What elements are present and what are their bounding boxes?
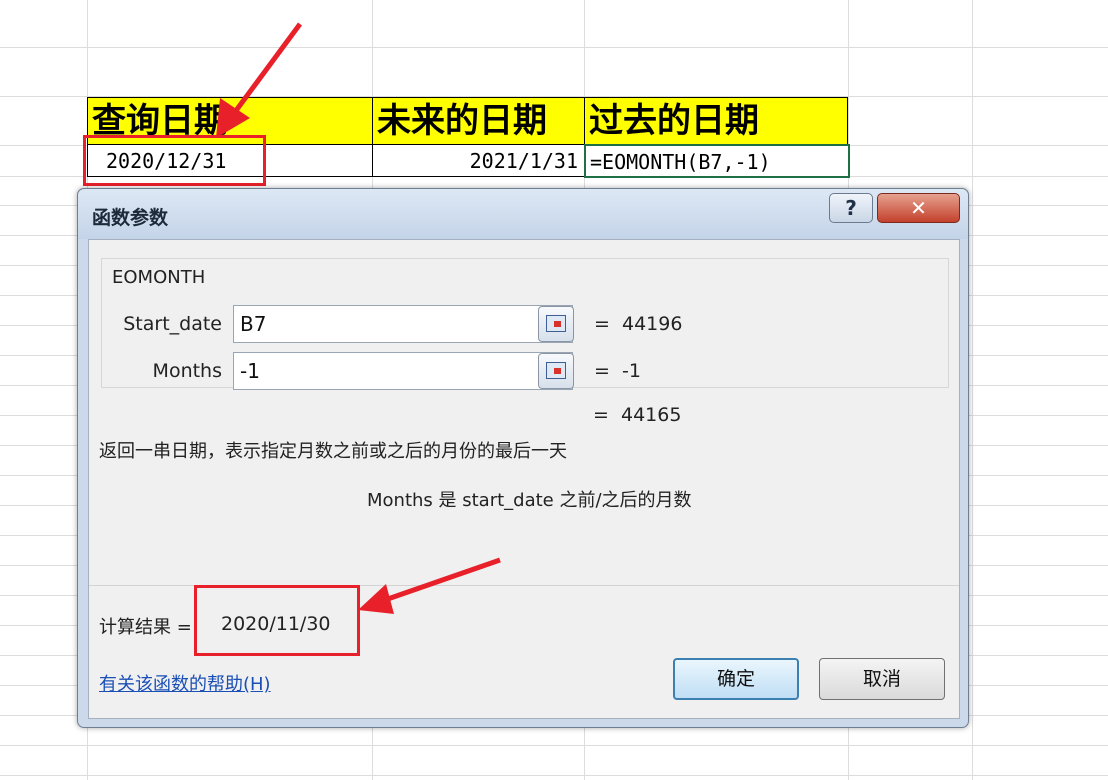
start-date-input[interactable]: B7: [233, 305, 573, 343]
result-equals: =: [593, 404, 609, 426]
months-label: Months: [152, 360, 222, 382]
range-select-icon: [546, 362, 566, 379]
dialog-title: 函数参数: [92, 207, 169, 229]
cell-future-date[interactable]: 2021/1/31: [372, 145, 585, 177]
function-description: 返回一串日期，表示指定月数之前或之后的月份的最后一天: [99, 441, 567, 462]
function-name: EOMONTH: [112, 267, 206, 288]
header-past-date[interactable]: 过去的日期: [584, 97, 848, 145]
months-equals: =: [594, 360, 610, 382]
months-input[interactable]: -1: [233, 352, 573, 390]
function-help-link[interactable]: 有关该函数的帮助(H): [99, 670, 271, 696]
start-date-label: Start_date: [123, 313, 222, 335]
ok-button[interactable]: 确定: [673, 658, 799, 700]
cell-past-date-formula[interactable]: =EOMONTH(B7,-1): [584, 144, 850, 178]
start-date-eval: 44196: [622, 313, 683, 335]
months-collapse-button[interactable]: [538, 353, 574, 389]
months-eval: -1: [622, 360, 641, 382]
close-button[interactable]: ✕: [877, 193, 960, 223]
header-future-date[interactable]: 未来的日期: [372, 97, 585, 145]
start-date-collapse-button[interactable]: [538, 306, 574, 342]
help-button[interactable]: ?: [829, 193, 873, 223]
arguments-group: EOMONTH Start_date B7 = 44196 Months -1 …: [101, 258, 949, 390]
calc-result-label: 计算结果 =: [99, 617, 192, 638]
start-date-equals: =: [594, 313, 610, 335]
argument-help-text: Months 是 start_date 之前/之后的月数: [367, 490, 692, 511]
range-select-icon: [546, 315, 566, 332]
annotation-box-calc-result: [194, 585, 360, 656]
dialog-titlebar[interactable]: 函数参数 ? ✕: [78, 189, 968, 239]
cancel-button[interactable]: 取消: [819, 658, 945, 700]
annotation-box-query-date: [83, 135, 266, 186]
function-result: 44165: [621, 404, 682, 426]
